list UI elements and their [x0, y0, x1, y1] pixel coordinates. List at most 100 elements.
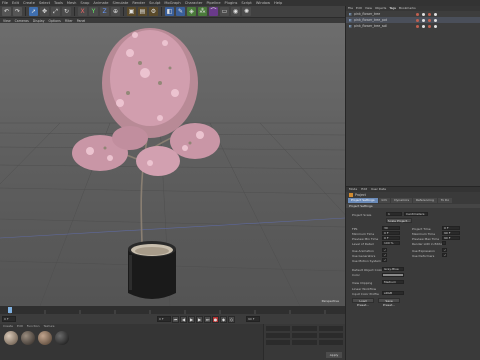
frame-start-field[interactable]: 0 F — [2, 316, 16, 322]
material-swatch-1[interactable] — [4, 331, 18, 345]
rot-h-field[interactable] — [318, 326, 343, 331]
checkbox[interactable]: ✓ — [382, 258, 387, 262]
load-preset-button[interactable]: Load Preset... — [352, 298, 374, 307]
material-tag-icon[interactable] — [428, 24, 432, 28]
size-x-field[interactable] — [292, 326, 317, 331]
field-input[interactable]: 0 F — [442, 226, 460, 230]
object-tab-tags[interactable]: Tags — [389, 6, 396, 11]
menu-mesh[interactable]: Mesh — [67, 1, 76, 5]
object-tab-objects[interactable]: Objects — [375, 6, 386, 11]
menu-character[interactable]: Character — [185, 1, 203, 5]
size-z-field[interactable] — [292, 340, 317, 345]
viewport-menu-panel[interactable]: Panel — [77, 19, 86, 23]
menu-mograph[interactable]: MoGraph — [164, 1, 180, 5]
input-color-select[interactable]: sRGB — [382, 291, 404, 295]
menu-script[interactable]: Script — [241, 1, 251, 5]
save-preset-button[interactable]: Save Preset... — [378, 298, 400, 307]
array-icon[interactable]: ⁂ — [198, 7, 207, 16]
attribute-tab-to-do[interactable]: To Do — [437, 198, 453, 203]
scale-icon[interactable]: ⤢ — [51, 7, 60, 16]
y-axis-icon[interactable]: Y — [89, 7, 98, 16]
field-input[interactable]: 30 — [382, 226, 400, 230]
material-swatch-2[interactable] — [21, 331, 35, 345]
cube-icon[interactable]: ◧ — [165, 7, 174, 16]
field-input[interactable]: 90 F — [442, 231, 460, 235]
keyframe-icon[interactable]: ◆ — [220, 315, 227, 323]
viewport-menu-display[interactable]: Display — [33, 19, 45, 23]
menu-file[interactable]: File — [2, 1, 8, 5]
checkbox[interactable]: ✓ — [442, 253, 447, 257]
rot-p-field[interactable] — [318, 333, 343, 338]
attribute-tab-dynamics[interactable]: Dynamics — [391, 198, 413, 203]
material-tag-icon[interactable] — [416, 12, 420, 16]
redo-icon[interactable]: ↷ — [13, 7, 22, 16]
menu-snap[interactable]: Snap — [80, 1, 89, 5]
material-menu-texture[interactable]: Texture — [44, 324, 55, 328]
attribute-tab-referencing[interactable]: Referencing — [413, 198, 437, 203]
material-menu-function[interactable]: Function — [27, 324, 40, 328]
coordinate-system-icon[interactable]: ⊕ — [111, 7, 120, 16]
viewport-menu-view[interactable]: View — [3, 19, 11, 23]
material-tag-icon[interactable] — [422, 12, 426, 16]
light-icon[interactable]: ✺ — [242, 7, 251, 16]
material-tag-icon[interactable] — [434, 12, 438, 16]
material-tag-icon[interactable] — [428, 12, 432, 16]
menu-select[interactable]: Select — [39, 1, 50, 5]
attribute-menu-mode[interactable]: Mode — [349, 187, 357, 192]
menu-tools[interactable]: Tools — [54, 1, 63, 5]
timeline-ruler[interactable] — [0, 306, 345, 314]
material-menu-edit[interactable]: Edit — [17, 324, 23, 328]
record-icon[interactable]: ● — [212, 315, 219, 323]
size-y-field[interactable] — [292, 333, 317, 338]
material-swatch-3[interactable] — [38, 331, 52, 345]
material-menu-create[interactable]: Create — [3, 324, 13, 328]
render-settings-icon[interactable]: ⚙ — [149, 7, 158, 16]
subdivision-icon[interactable]: ◈ — [187, 7, 196, 16]
menu-plugins[interactable]: Plugins — [225, 1, 238, 5]
menu-pipeline[interactable]: Pipeline — [206, 1, 220, 5]
apply-button[interactable]: Apply — [326, 352, 342, 358]
step-back-icon[interactable]: ◀ — [180, 315, 187, 323]
pos-y-field[interactable] — [266, 333, 291, 338]
rot-b-field[interactable] — [318, 340, 343, 345]
checkbox[interactable]: ✓ — [382, 253, 387, 257]
object-tab-bookmarks[interactable]: Bookmarks — [399, 6, 416, 11]
field-input[interactable]: 0 F — [382, 231, 400, 235]
checkbox[interactable]: ✓ — [442, 248, 447, 252]
camera-icon[interactable]: ◉ — [231, 7, 240, 16]
live-select-icon[interactable]: ➚ — [29, 7, 38, 16]
viewport-menu-cameras[interactable]: Cameras — [15, 19, 29, 23]
attribute-tab-project-settings[interactable]: Project Settings — [348, 198, 378, 203]
checkbox[interactable] — [442, 241, 446, 245]
field-input[interactable]: 100 % — [382, 241, 400, 245]
checkbox[interactable]: ✓ — [382, 248, 387, 252]
attribute-menu-edit[interactable]: Edit — [361, 187, 367, 192]
floor-icon[interactable]: ▭ — [220, 7, 229, 16]
material-tag-icon[interactable] — [428, 18, 432, 22]
field-input[interactable]: 90 F — [442, 236, 460, 240]
default-color-select[interactable]: Gray-Blue — [382, 267, 404, 271]
pen-icon[interactable]: ✎ — [176, 7, 185, 16]
scale-project-button[interactable]: Scale Project... — [386, 218, 412, 223]
field-input[interactable]: 0 F — [382, 236, 400, 240]
bend-icon[interactable]: ⌒ — [209, 7, 218, 16]
viewport[interactable]: Perspective — [0, 23, 345, 306]
scale-unit-select[interactable]: Centimeters — [404, 212, 428, 216]
material-tag-icon[interactable] — [434, 24, 438, 28]
menu-help[interactable]: Help — [274, 1, 282, 5]
undo-icon[interactable]: ↶ — [2, 7, 11, 16]
rotate-icon[interactable]: ↻ — [62, 7, 71, 16]
autokey-icon[interactable]: ◇ — [228, 315, 235, 323]
object-tab-edit[interactable]: Edit — [356, 6, 362, 11]
viewport-menu-options[interactable]: Options — [49, 19, 61, 23]
menu-window[interactable]: Window — [256, 1, 270, 5]
pos-z-field[interactable] — [266, 340, 291, 345]
menu-simulate[interactable]: Simulate — [112, 1, 128, 5]
render-view-icon[interactable]: ▣ — [127, 7, 136, 16]
object-row[interactable]: ◧ pink_flower_tree_soil — [346, 23, 480, 29]
material-tag-icon[interactable] — [416, 24, 420, 28]
frame-current-field[interactable]: 0 F — [157, 316, 171, 322]
menu-animate[interactable]: Animate — [93, 1, 108, 5]
material-swatch-4[interactable] — [55, 331, 69, 345]
color-swatch[interactable] — [382, 273, 404, 277]
